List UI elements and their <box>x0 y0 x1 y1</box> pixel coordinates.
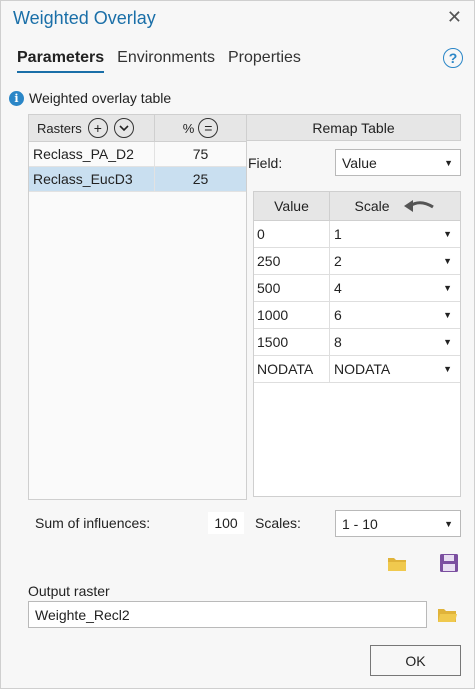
undo-icon[interactable] <box>402 197 436 215</box>
remap-value[interactable]: NODATA <box>254 356 330 382</box>
percent-column-header: % = <box>155 115 246 141</box>
chevron-down-icon[interactable] <box>113 118 134 138</box>
remap-value[interactable]: 0 <box>254 221 330 247</box>
remap-table: Value Scale 0 1 ▼ 250 2 ▼ 500 4 ▼ 1000 6 ▼ <box>253 191 461 497</box>
remap-value[interactable]: 500 <box>254 275 330 301</box>
chevron-down-icon: ▼ <box>444 157 453 168</box>
chevron-down-icon: ▼ <box>443 310 452 320</box>
remap-row: NODATA NODATA ▼ <box>254 356 460 383</box>
scale-value: 2 <box>334 253 342 269</box>
chevron-down-icon: ▼ <box>443 337 452 347</box>
raster-influence[interactable]: 25 <box>155 167 246 191</box>
scale-column-header: Scale <box>330 192 460 220</box>
scale-column-label: Scale <box>354 198 390 214</box>
scales-dropdown-value: 1 - 10 <box>342 515 378 532</box>
scale-dropdown[interactable]: 4 ▼ <box>330 275 460 301</box>
scale-value: 4 <box>334 280 342 296</box>
raster-influence[interactable]: 75 <box>155 142 246 166</box>
scale-value: NODATA <box>334 361 391 377</box>
set-equal-influence-icon[interactable]: = <box>198 118 219 138</box>
remap-table-columns: Value Scale <box>254 192 460 221</box>
save-icon[interactable] <box>439 554 459 572</box>
field-label: Field: <box>248 155 283 171</box>
remap-row: 1500 8 ▼ <box>254 329 460 356</box>
remap-row: 0 1 ▼ <box>254 221 460 248</box>
chevron-down-icon: ▼ <box>443 256 452 266</box>
raster-name: Reclass_EucD3 <box>29 167 155 191</box>
scale-value: 8 <box>334 334 342 350</box>
remap-value[interactable]: 250 <box>254 248 330 274</box>
chevron-down-icon: ▼ <box>444 518 453 529</box>
scale-dropdown[interactable]: 8 ▼ <box>330 329 460 355</box>
sum-of-influences-label: Sum of influences: <box>35 515 151 531</box>
tab-bar: Parameters Environments Properties <box>17 49 301 73</box>
weighted-overlay-pane: Weighted Overlay ✕ Parameters Environmen… <box>0 0 475 689</box>
weighted-overlay-table-heading: i Weighted overlay table <box>9 90 171 106</box>
output-raster-label: Output raster <box>28 583 110 599</box>
chevron-down-icon: ▼ <box>443 229 452 239</box>
output-raster-input[interactable]: Weighte_Recl2 <box>28 601 427 628</box>
remap-row: 250 2 ▼ <box>254 248 460 275</box>
open-folder-icon[interactable] <box>387 555 407 573</box>
tab-parameters[interactable]: Parameters <box>17 49 105 73</box>
info-icon: i <box>9 90 24 106</box>
chevron-down-icon: ▼ <box>443 364 452 374</box>
scale-dropdown[interactable]: 6 ▼ <box>330 302 460 328</box>
remap-row: 1000 6 ▼ <box>254 302 460 329</box>
remap-value[interactable]: 1000 <box>254 302 330 328</box>
scale-dropdown[interactable]: NODATA ▼ <box>330 356 460 382</box>
tab-environments[interactable]: Environments <box>117 49 215 73</box>
scales-dropdown[interactable]: 1 - 10 ▼ <box>335 510 461 537</box>
remap-value[interactable]: 1500 <box>254 329 330 355</box>
raster-row[interactable]: Reclass_PA_D2 75 <box>29 142 246 167</box>
rasters-table: Rasters + % = Reclass_PA_D2 75 Reclass_E… <box>28 114 247 500</box>
rasters-column-header: Rasters + <box>29 115 155 141</box>
rasters-table-header: Rasters + % = <box>29 115 246 142</box>
close-icon[interactable]: ✕ <box>447 7 462 28</box>
value-column-header: Value <box>254 192 330 220</box>
scales-label: Scales: <box>255 515 301 531</box>
pane-title: Weighted Overlay <box>13 8 156 28</box>
scale-value: 6 <box>334 307 342 323</box>
scale-dropdown[interactable]: 2 ▼ <box>330 248 460 274</box>
raster-name: Reclass_PA_D2 <box>29 142 155 166</box>
browse-folder-icon[interactable] <box>437 606 457 624</box>
field-dropdown[interactable]: Value ▼ <box>335 149 461 176</box>
field-dropdown-value: Value <box>342 154 377 171</box>
ok-button[interactable]: OK <box>370 645 461 676</box>
sum-of-influences-value: 100 <box>208 512 244 534</box>
add-raster-icon[interactable]: + <box>87 118 108 138</box>
scale-value: 1 <box>334 226 342 242</box>
remap-row: 500 4 ▼ <box>254 275 460 302</box>
remap-table-header: Remap Table <box>246 114 461 141</box>
weighted-overlay-table-label: Weighted overlay table <box>29 90 172 106</box>
scale-dropdown[interactable]: 1 ▼ <box>330 221 460 247</box>
percent-header-label: % <box>182 120 195 136</box>
tab-properties[interactable]: Properties <box>228 49 301 73</box>
help-icon[interactable]: ? <box>443 48 463 68</box>
raster-row[interactable]: Reclass_EucD3 25 <box>29 167 246 192</box>
rasters-header-label: Rasters <box>37 120 82 136</box>
chevron-down-icon: ▼ <box>443 283 452 293</box>
